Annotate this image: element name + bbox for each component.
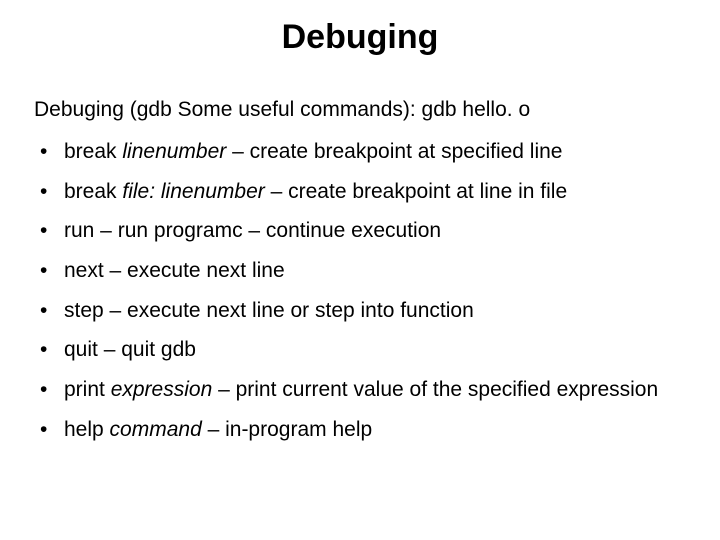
- text-post: – in-program help: [202, 418, 372, 441]
- bullet-list: break linenumber – create breakpoint at …: [34, 138, 686, 444]
- list-item: step – execute next line or step into fu…: [34, 297, 686, 325]
- list-item: run – run programc – continue execution: [34, 217, 686, 245]
- text-pre: quit – quit gdb: [64, 338, 196, 361]
- text-pre: print: [64, 378, 111, 401]
- text-post: – print current value of the specified e…: [212, 378, 658, 401]
- list-item: help command – in-program help: [34, 416, 686, 444]
- text-pre: break: [64, 140, 122, 163]
- text-emph: command: [110, 418, 202, 441]
- text-emph: file: linenumber: [122, 180, 264, 203]
- text-pre: run – run programc – continue execution: [64, 219, 441, 242]
- slide: Debuging Debuging (gdb Some useful comma…: [0, 0, 720, 540]
- list-item: print expression – print current value o…: [34, 376, 686, 404]
- list-item: break linenumber – create breakpoint at …: [34, 138, 686, 166]
- text-emph: linenumber: [122, 140, 226, 163]
- list-item: next – execute next line: [34, 257, 686, 285]
- text-post: – create breakpoint at line in file: [265, 180, 567, 203]
- text-emph: expression: [111, 378, 213, 401]
- list-item: break file: linenumber – create breakpoi…: [34, 178, 686, 206]
- list-item: quit – quit gdb: [34, 336, 686, 364]
- slide-intro: Debuging (gdb Some useful commands): gdb…: [34, 97, 686, 124]
- text-pre: step – execute next line or step into fu…: [64, 299, 474, 322]
- text-pre: next – execute next line: [64, 259, 285, 282]
- slide-title: Debuging: [34, 18, 686, 57]
- text-pre: help: [64, 418, 110, 441]
- text-post: – create breakpoint at specified line: [226, 140, 562, 163]
- text-pre: break: [64, 180, 122, 203]
